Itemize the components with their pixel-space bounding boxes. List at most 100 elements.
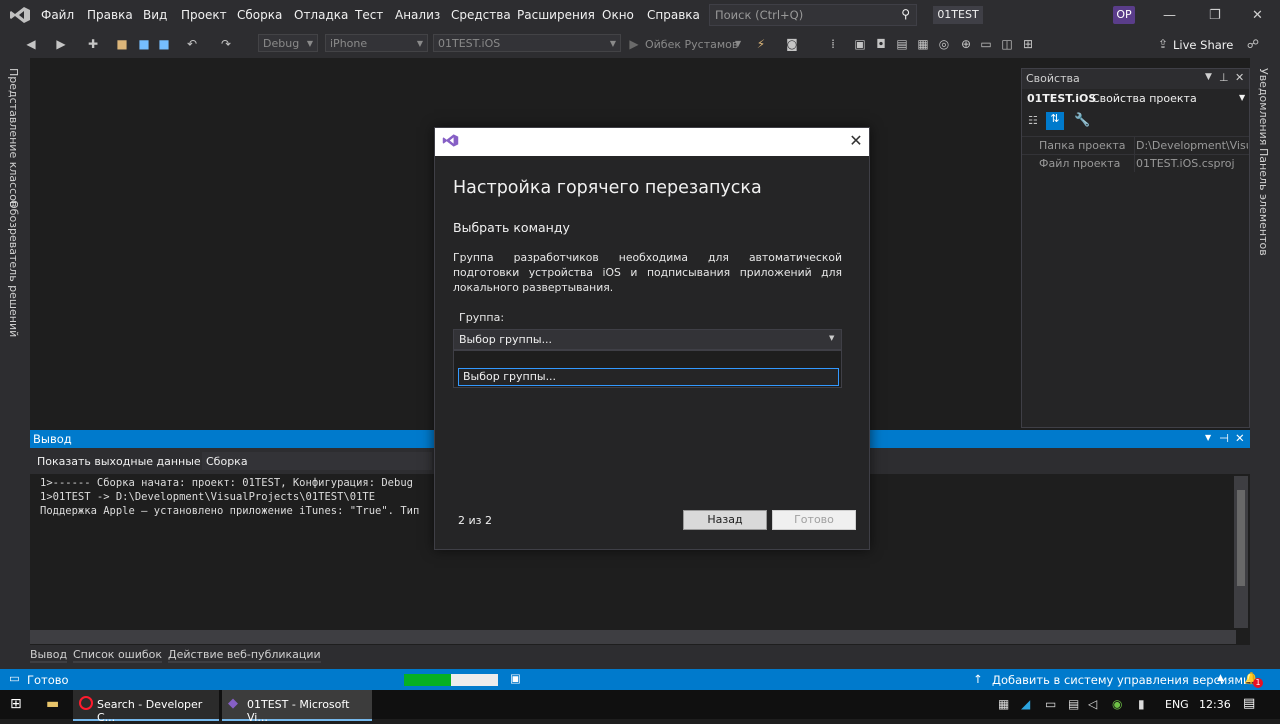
undo-icon[interactable]: ↶ — [185, 37, 199, 51]
menu-extensions[interactable]: Расширения — [517, 8, 595, 22]
live-share-icon[interactable]: ⇪ — [1156, 37, 1170, 51]
new-item-icon[interactable]: ✚ — [86, 37, 100, 51]
run-icon[interactable]: ▶ — [627, 37, 641, 51]
breakpoints-icon[interactable]: ⁞ — [826, 37, 840, 51]
monitor-icon[interactable]: ▭ — [979, 37, 993, 51]
save-all-icon[interactable]: ■ — [157, 37, 171, 51]
keyboard-icon[interactable]: ▦ — [998, 697, 1009, 711]
menu-analyze[interactable]: Анализ — [395, 8, 440, 22]
platform-select[interactable]: iPhone ▼ — [325, 34, 428, 52]
device-icon[interactable]: ▣ — [853, 37, 867, 51]
nvidia-icon[interactable]: ◉ — [1112, 697, 1122, 711]
code-icon[interactable]: ⊞ — [1021, 37, 1035, 51]
panel-close-icon[interactable]: ✕ — [1235, 431, 1245, 445]
telegram-icon[interactable]: ◢ — [1021, 697, 1030, 711]
windows-start-icon[interactable]: ⊞ — [10, 696, 22, 712]
clock[interactable]: 12:36 — [1199, 698, 1231, 711]
pin-icon[interactable]: ⊥ — [1219, 71, 1229, 84]
open-folder-icon[interactable]: ■ — [115, 37, 129, 51]
output-text[interactable]: 1>------ Сборка начата: проект: 01TEST, … — [40, 476, 419, 518]
tab-notifications[interactable]: Уведомления — [1257, 68, 1270, 145]
close-icon[interactable]: ✕ — [847, 131, 865, 151]
panel-menu-icon[interactable]: ▼ — [1205, 433, 1211, 442]
taskbar-app-vs[interactable]: ◆ 01TEST - Microsoft Vi... — [222, 690, 372, 724]
add-to-source-control-button[interactable]: Добавить в систему управления версиями — [992, 673, 1250, 687]
chevron-up-icon[interactable]: ▲ — [1217, 673, 1224, 683]
tab-class-view[interactable]: Представление классов — [7, 68, 20, 207]
build-status-icon: ▣ — [510, 671, 521, 685]
properties-title: Свойства — [1026, 72, 1080, 85]
startup-project-select[interactable]: 01TEST.iOS ▼ — [433, 34, 621, 52]
battery-icon[interactable]: ▮ — [1138, 697, 1145, 711]
maximize-icon[interactable]: ❐ — [1209, 8, 1221, 23]
close-window-icon[interactable]: ✕ — [1252, 8, 1263, 23]
group-option[interactable]: Выбор группы... — [458, 368, 839, 386]
menu-project[interactable]: Проект — [181, 8, 227, 22]
vs-logo-icon — [9, 6, 31, 24]
tray-app-icon[interactable]: ▭ — [1045, 697, 1056, 711]
panel-close-icon[interactable]: ✕ — [1235, 71, 1244, 84]
network-icon[interactable]: ▤ — [1068, 697, 1079, 711]
property-row[interactable]: Папка проекта D:\Development\Visua — [1022, 136, 1249, 155]
menu-edit[interactable]: Правка — [87, 8, 133, 22]
menu-help[interactable]: Справка — [647, 8, 700, 22]
window-icon[interactable]: ◫ — [1000, 37, 1014, 51]
group-select[interactable]: Выбор группы... ▼ — [453, 329, 842, 350]
action-center-icon[interactable]: ▤ — [1243, 696, 1255, 711]
alphabetical-icon[interactable]: ⇅ — [1046, 112, 1064, 130]
menu-debug[interactable]: Отладка — [294, 8, 348, 22]
vs-logo-icon — [442, 132, 459, 152]
tab-web-publish[interactable]: Действие веб-публикации — [168, 648, 321, 663]
android-icon[interactable]: ▦ — [916, 37, 930, 51]
save-icon[interactable]: ■ — [137, 37, 151, 51]
run-target-dropdown-icon[interactable]: ▼ — [735, 39, 741, 48]
menu-window[interactable]: Окно — [602, 8, 634, 22]
horizontal-scrollbar[interactable] — [30, 630, 1236, 644]
language-indicator[interactable]: ENG — [1165, 698, 1189, 711]
redo-icon[interactable]: ↷ — [219, 37, 233, 51]
feedback-icon[interactable]: ☍ — [1246, 37, 1260, 51]
forward-icon[interactable]: ▶ — [54, 37, 68, 51]
vertical-scrollbar[interactable] — [1234, 476, 1248, 628]
tab-toolbox[interactable]: Панель элементов — [1257, 148, 1270, 256]
target-icon[interactable]: ⊕ — [959, 37, 973, 51]
arrow-up-icon[interactable]: ↑ — [973, 672, 983, 686]
globe-icon[interactable]: ◎ — [937, 37, 951, 51]
done-button[interactable]: Готово — [772, 510, 856, 530]
taskbar: ⊞ ▬ Search - Developer C... ◆ 01TEST - M… — [0, 690, 1280, 724]
avatar[interactable]: OP — [1113, 6, 1135, 24]
output-source-select[interactable]: Сборка — [202, 452, 432, 470]
search-input[interactable]: Поиск (Ctrl+Q) ⚲ — [709, 4, 917, 26]
volume-icon[interactable]: ◁ — [1088, 697, 1097, 711]
taskbar-app-opera[interactable]: Search - Developer C... — [73, 690, 219, 724]
menu-tools[interactable]: Средства — [451, 8, 511, 22]
file-explorer-icon[interactable]: ▬ — [46, 696, 59, 712]
menu-build[interactable]: Сборка — [237, 8, 282, 22]
tab-solution-explorer[interactable]: Обозреватель решений — [7, 200, 20, 337]
categorized-icon[interactable]: ☷ — [1028, 114, 1042, 128]
tab-output[interactable]: Вывод — [30, 648, 68, 663]
menu-view[interactable]: Вид — [143, 8, 167, 22]
screenshot-icon[interactable]: ◘ — [874, 37, 888, 51]
menu-file[interactable]: Файл — [41, 8, 74, 22]
search-placeholder: Поиск (Ctrl+Q) — [715, 8, 804, 22]
live-share-button[interactable]: Live Share — [1173, 38, 1233, 52]
terminal-icon[interactable]: ▤ — [895, 37, 909, 51]
pin-icon[interactable]: ⊣ — [1219, 431, 1229, 445]
tab-error-list[interactable]: Список ошибок — [73, 648, 163, 663]
scrollbar-thumb[interactable] — [1237, 490, 1245, 586]
config-select[interactable]: Debug ▼ — [258, 34, 318, 52]
property-pages-icon[interactable]: 🔧 — [1074, 113, 1090, 128]
back-button[interactable]: Назад — [683, 510, 767, 530]
minimize-icon[interactable]: — — [1163, 8, 1176, 23]
property-row[interactable]: Файл проекта 01TEST.iOS.csproj — [1022, 154, 1249, 173]
panel-menu-icon[interactable]: ▼ — [1205, 72, 1212, 82]
hot-reload-icon[interactable]: ⚡ — [754, 37, 768, 51]
browser-link-icon[interactable]: ◙ — [785, 37, 799, 51]
run-target-label[interactable]: Ойбек Рустамов — [645, 38, 738, 51]
properties-object-select[interactable]: 01TEST.iOS Свойства проекта ▼ — [1025, 90, 1246, 108]
menu-test[interactable]: Тест — [355, 8, 383, 22]
output-title: Вывод — [33, 432, 72, 446]
back-icon[interactable]: ◀ — [24, 37, 38, 51]
property-value: 01TEST.iOS.csproj — [1136, 157, 1235, 170]
